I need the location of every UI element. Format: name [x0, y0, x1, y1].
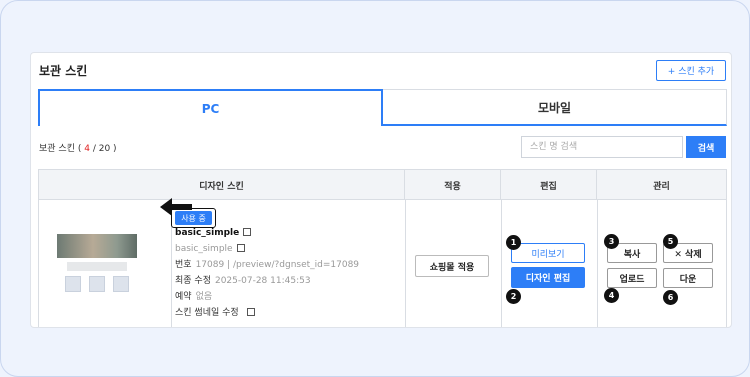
- number-value: 17089 | /preview/?dgnset_id=17089: [195, 260, 360, 270]
- thumbnail-cell: [39, 200, 172, 327]
- preview-button[interactable]: 미리보기: [511, 243, 585, 263]
- number-label: 번호: [175, 260, 192, 270]
- column-divider: [501, 200, 502, 327]
- marker-1: 1: [506, 235, 521, 250]
- column-divider: [405, 200, 406, 327]
- column-divider: [597, 200, 598, 327]
- apply-to-shop-button[interactable]: 쇼핑몰 적용: [415, 255, 489, 277]
- header-manage: 관리: [653, 181, 670, 192]
- upload-button[interactable]: 업로드: [607, 268, 657, 288]
- add-skin-button[interactable]: + 스킨 추가: [656, 60, 726, 81]
- thumbnail-edit-link[interactable]: 스킨 썸네일 수정: [175, 308, 239, 318]
- tab-mobile[interactable]: 모바일: [383, 89, 727, 126]
- skin-thumbnail[interactable]: [57, 231, 137, 303]
- device-tabs: PC 모바일: [38, 89, 727, 126]
- archived-skins-panel: 보관 스킨 + 스킨 추가 PC 모바일 보관 스킨 ( 4 / 20 ) 검색…: [30, 52, 732, 328]
- skin-info: basic_simple basic_simple 번호 17089 | /pre…: [175, 225, 359, 321]
- marker-3: 3: [604, 234, 619, 249]
- tab-pc[interactable]: PC: [38, 89, 383, 126]
- modified-value: 2025-07-28 11:45:53: [214, 276, 311, 286]
- panel-title: 보관 스킨: [39, 64, 88, 78]
- header-design-skin: 디자인 스킨: [39, 170, 405, 200]
- thumbnail-text-block: [67, 262, 127, 271]
- search-button[interactable]: 검색: [686, 136, 726, 158]
- modified-label: 최종 수정: [175, 276, 211, 286]
- external-link-icon[interactable]: [236, 244, 245, 252]
- skin-id: basic_simple: [175, 244, 233, 254]
- in-use-badge: 사용 중: [175, 211, 212, 225]
- thumbnail-box: [65, 276, 81, 292]
- skin-count: 보관 스킨 ( 4 / 20 ): [39, 141, 117, 154]
- skin-name[interactable]: basic_simple: [175, 228, 239, 238]
- design-edit-button[interactable]: 디자인 편집: [511, 267, 585, 288]
- thumbnail-hero-image: [57, 234, 137, 258]
- skin-search-input[interactable]: [521, 136, 683, 158]
- count-total: 20: [98, 144, 111, 154]
- header-edit: 편집: [501, 170, 597, 200]
- external-link-icon[interactable]: [243, 228, 252, 236]
- reserve-value: 없음: [195, 292, 213, 302]
- count-sep: /: [89, 144, 99, 154]
- download-button[interactable]: 다운: [663, 268, 713, 288]
- marker-2: 2: [506, 289, 521, 304]
- reserve-label: 예약: [175, 292, 192, 302]
- header-apply: 적용: [405, 170, 501, 200]
- marker-5: 5: [663, 234, 678, 249]
- marker-4: 4: [604, 288, 619, 303]
- count-suffix: ): [110, 144, 117, 154]
- thumbnail-box: [113, 276, 129, 292]
- table-header: 디자인 스킨 적용 편집 관리: [39, 170, 726, 200]
- external-link-icon[interactable]: [246, 308, 255, 316]
- thumbnail-box: [89, 276, 105, 292]
- count-prefix: 보관 스킨 (: [39, 144, 85, 154]
- marker-6: 6: [663, 290, 678, 305]
